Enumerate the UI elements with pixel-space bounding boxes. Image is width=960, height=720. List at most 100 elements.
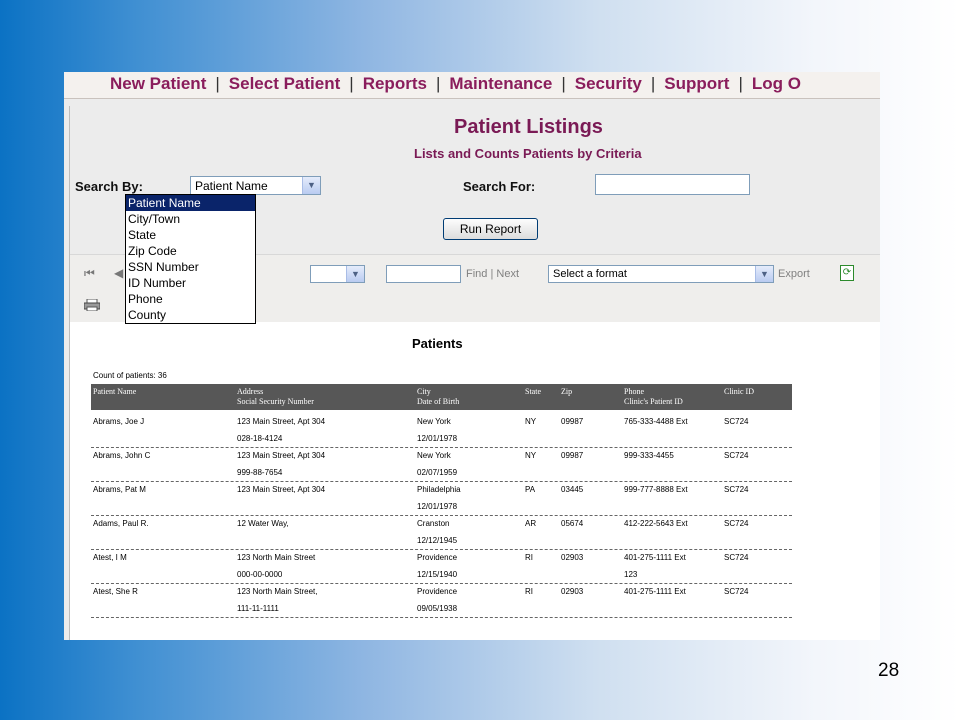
table-cell: Atest, She R (93, 583, 138, 600)
search-by-select[interactable]: Patient Name ▼ (190, 176, 321, 195)
cell-line-name: Abrams, Joe J (93, 417, 145, 426)
nav-item[interactable]: Maintenance (449, 74, 552, 93)
table-cell: NY (525, 447, 536, 464)
column-header-line: Zip (561, 387, 573, 396)
cell-line-state: PA (525, 485, 536, 494)
table-row: Abrams, John C 123 Main Street, Apt 304 99… (91, 447, 792, 482)
cell-line-dob: 09/05/1938 (417, 604, 458, 613)
next-link[interactable]: Next (496, 268, 519, 280)
nav-item[interactable]: Select Patient (229, 74, 341, 93)
cell-line-clinic_pid (624, 532, 688, 549)
search-for-input[interactable] (595, 174, 750, 195)
cell-line-clinic_pid: 123 (624, 570, 638, 579)
find-link[interactable]: Find (466, 268, 487, 280)
previous-page-icon[interactable]: ◀ (114, 266, 123, 280)
dropdown-option[interactable]: Zip Code (126, 243, 255, 259)
cell-line-address: 123 North Main Street, (237, 587, 318, 596)
cell-line-clinic_id: SC724 (724, 485, 749, 494)
cell-line-city: Providence (417, 587, 458, 596)
cell-line-clinic_id: SC724 (724, 553, 749, 562)
cell-line-dob: 12/12/1945 (417, 536, 458, 545)
table-cell: SC724 (724, 515, 748, 532)
cell-line-ssn: 999-88-7654 (237, 468, 283, 477)
slide-number: 28 (878, 660, 900, 681)
dropdown-option[interactable]: Patient Name (126, 195, 255, 211)
chevron-down-icon[interactable]: ▼ (346, 266, 364, 282)
nav-separator: | (349, 74, 354, 93)
nav-separator: | (561, 74, 566, 93)
dropdown-option[interactable]: SSN Number (126, 259, 255, 275)
print-icon[interactable] (84, 299, 100, 311)
column-header: Phone Clinic's Patient ID (624, 387, 683, 407)
table-cell: New York 02/07/1959 (417, 447, 457, 481)
export-link[interactable]: Export (778, 268, 810, 280)
dropdown-option[interactable]: City/Town (126, 211, 255, 227)
cell-line-state: AR (525, 519, 537, 528)
patient-count: Count of patients: 36 (93, 371, 167, 380)
table-cell: 09987 (561, 413, 583, 430)
nav-item[interactable]: Security (575, 74, 642, 93)
cell-line-city: Cranston (417, 519, 450, 528)
table-row: Adams, Paul R. 12 Water Way, Cranston 12/1… (91, 515, 792, 550)
cell-line-state: NY (525, 417, 537, 426)
table-cell: 412-222-5643 Ext (624, 515, 688, 549)
table-row: Atest, I M 123 North Main Street 000-00-00… (91, 549, 792, 584)
export-format-select[interactable]: Select a format ▼ (548, 265, 774, 283)
nav-item[interactable]: New Patient (110, 74, 206, 93)
cell-line-phone: 401-275-1111 Ext (624, 587, 686, 596)
cell-line-phone: 765-333-4488 Ext (624, 417, 688, 426)
column-header: Patient Name (93, 387, 136, 397)
cell-line-phone: 412-222-5643 Ext (624, 519, 688, 528)
nav-item[interactable]: Log O (752, 74, 801, 93)
table-cell: Abrams, John C (93, 447, 150, 464)
nav-item[interactable]: Reports (363, 74, 427, 93)
table-cell: SC724 (724, 413, 748, 430)
refresh-icon[interactable]: ⟳ (840, 265, 854, 281)
cell-line-city: Providence (417, 553, 458, 562)
cell-line-zip: 03445 (561, 485, 584, 494)
cell-line-zip: 05674 (561, 519, 584, 528)
table-cell: Philadelphia 12/01/1978 (417, 481, 461, 515)
first-page-icon[interactable]: ⏮ (84, 266, 95, 281)
cell-line-clinic_id: SC724 (724, 417, 749, 426)
table-cell: RI (525, 583, 533, 600)
column-header-line: Social Security Number (237, 397, 314, 406)
nav-item[interactable]: Support (664, 74, 729, 93)
column-header-line: Clinic's Patient ID (624, 397, 683, 406)
find-text-input[interactable] (386, 265, 461, 283)
table-row: Abrams, Pat M 123 Main Street, Apt 304 Ph… (91, 481, 792, 516)
cell-line-clinic_pid (624, 464, 674, 481)
search-by-options[interactable]: Patient Name City/Town State Zip Code SSN Nu… (125, 194, 256, 324)
column-header: Address Social Security Number (237, 387, 314, 407)
cell-line-name: Abrams, John C (93, 451, 151, 460)
cell-line-ssn (237, 532, 289, 549)
column-header: City Date of Birth (417, 387, 459, 407)
cell-line-name: Atest, She R (93, 587, 138, 596)
link-divider: | (490, 268, 494, 280)
dropdown-option[interactable]: State (126, 227, 255, 243)
cell-line-ssn: 028-18-4124 (237, 434, 283, 443)
application-window: New Patient | Select Patient | Reports | Maint… (64, 72, 880, 640)
table-cell: 02903 (561, 549, 583, 566)
run-report-button[interactable]: Run Report (443, 218, 538, 240)
dropdown-option[interactable]: ID Number (126, 275, 255, 291)
column-header-line: State (525, 387, 541, 396)
dropdown-option[interactable]: Phone (126, 291, 255, 307)
cell-line-ssn (237, 498, 325, 515)
cell-line-zip: 02903 (561, 553, 584, 562)
nav-separator: | (435, 74, 441, 93)
chevron-down-icon[interactable]: ▼ (302, 177, 320, 194)
cell-line-ssn: 000-00-0000 (237, 570, 283, 579)
zoom-select[interactable]: ▼ (310, 265, 365, 283)
table-cell: AR (525, 515, 536, 532)
table-cell: SC724 (724, 583, 748, 600)
table-cell: RI (525, 549, 533, 566)
column-header-line: Phone (624, 387, 644, 396)
cell-line-dob: 12/01/1978 (417, 434, 458, 443)
cell-line-name: Abrams, Pat M (93, 485, 146, 494)
nav-separator: | (650, 74, 656, 93)
dropdown-option[interactable]: County (126, 307, 255, 323)
chevron-down-icon[interactable]: ▼ (755, 266, 773, 282)
report-area: Patients Count of patients: 36 Patient N… (70, 322, 880, 640)
cell-line-state: RI (525, 553, 533, 562)
